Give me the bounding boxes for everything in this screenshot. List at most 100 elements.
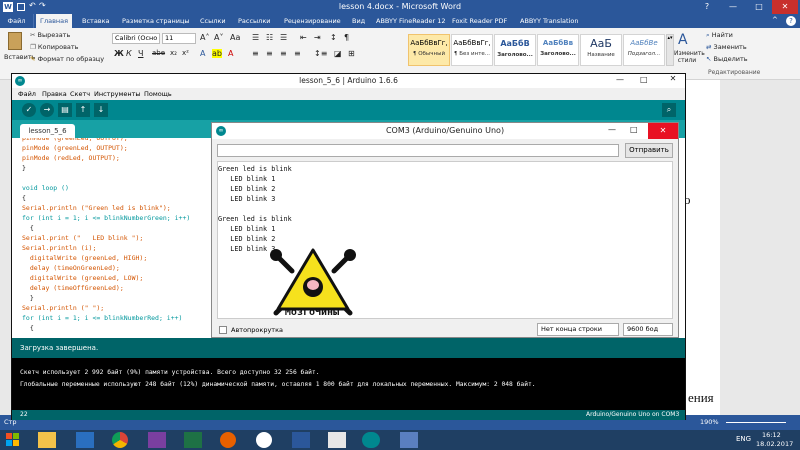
help-button[interactable]: ? (694, 0, 720, 14)
open-sketch-icon[interactable]: ↑ (76, 103, 90, 117)
menu-sketch[interactable]: Скетч (70, 90, 90, 98)
tab-insert[interactable]: Вставка (78, 14, 114, 28)
paste-icon[interactable] (8, 32, 22, 50)
taskbar-app-icon[interactable] (400, 432, 418, 448)
pilcrow-icon[interactable]: ¶ (344, 33, 349, 42)
decrease-indent-icon[interactable]: ⇤ (300, 33, 307, 42)
serial-output[interactable]: Green led is blink LED blink 1 LED blink… (217, 161, 673, 319)
maximize-button[interactable]: □ (746, 0, 772, 14)
excel-icon[interactable] (184, 432, 202, 448)
align-left-icon[interactable]: ≡ (252, 49, 259, 58)
tab-foxit-reader[interactable]: Foxit Reader PDF (448, 14, 511, 28)
cut-button[interactable]: ✂ Вырезать (30, 31, 70, 39)
format-painter-button[interactable]: ✎ Формат по образцу (30, 55, 104, 63)
chrome-icon[interactable] (112, 432, 128, 448)
arduino-taskbar-icon[interactable] (362, 432, 380, 448)
subscript-icon[interactable]: x₂ (170, 49, 177, 57)
file-explorer-icon[interactable] (38, 432, 56, 448)
highlight-icon[interactable]: ab (212, 49, 222, 58)
shrink-font-icon[interactable]: A˅ (214, 33, 223, 42)
app-icon[interactable] (148, 432, 166, 448)
verify-icon[interactable]: ✓ (22, 103, 36, 117)
send-button[interactable]: Отправить (625, 143, 673, 158)
style-normal[interactable]: АаБбВвГг, ¶ Обычный (408, 34, 450, 66)
clock-date[interactable]: 18.02.2017 (756, 440, 793, 448)
copy-button[interactable]: ❐ Копировать (30, 43, 79, 51)
firefox-icon[interactable] (220, 432, 236, 448)
close-button[interactable]: ✕ (772, 0, 798, 14)
menu-tools[interactable]: Инструменты (94, 90, 141, 98)
style-heading-1[interactable]: АаБбВ Заголово... (494, 34, 536, 66)
menu-file[interactable]: Файл (18, 90, 36, 98)
change-styles-icon[interactable]: A (678, 32, 688, 48)
tab-mailings[interactable]: Рассылки (234, 14, 275, 28)
change-styles-button[interactable]: Изменить стили (674, 50, 705, 64)
zoom-slider[interactable] (726, 422, 786, 423)
sort-icon[interactable]: ↕ (330, 33, 337, 42)
numbering-icon[interactable]: ☷ (266, 33, 273, 42)
find-button[interactable]: ⌕ Найти (706, 31, 733, 40)
minimize-button[interactable]: — (720, 0, 746, 14)
font-name-select[interactable]: Calibri (Осно (112, 33, 160, 44)
italic-icon[interactable]: К (126, 49, 132, 58)
menu-edit[interactable]: Правка (42, 90, 67, 98)
tab-view[interactable]: Вид (348, 14, 369, 28)
tab-review[interactable]: Рецензирование (280, 14, 345, 28)
tab-page-layout[interactable]: Разметка страницы (118, 14, 194, 28)
style-no-spacing[interactable]: АаБбВвГг, ¶ Без инте... (451, 34, 493, 66)
serial-maximize-button[interactable]: □ (630, 125, 638, 134)
help-icon[interactable]: ? (786, 16, 796, 26)
new-sketch-icon[interactable]: ▤ (58, 103, 72, 117)
arduino-close-button[interactable]: ✕ (662, 74, 684, 87)
save-sketch-icon[interactable]: ↓ (94, 103, 108, 117)
font-color-icon[interactable]: A (228, 49, 233, 58)
text-effects-icon[interactable]: A (200, 49, 205, 58)
arduino-minimize-button[interactable]: — (616, 75, 624, 84)
align-center-icon[interactable]: ≡ (266, 49, 273, 58)
arduino-maximize-button[interactable]: □ (640, 75, 648, 84)
line-spacing-icon[interactable]: ↕≡ (314, 49, 327, 58)
input-language[interactable]: ENG (736, 435, 751, 443)
autoscroll-checkbox[interactable] (219, 326, 227, 334)
menu-help[interactable]: Помощь (144, 90, 172, 98)
paint-icon[interactable] (328, 432, 346, 448)
grow-font-icon[interactable]: A˄ (200, 33, 209, 42)
superscript-icon[interactable]: x² (182, 49, 189, 57)
tab-lesson-5-6[interactable]: lesson_5_6 (20, 124, 75, 138)
tab-home[interactable]: Главная (36, 14, 73, 28)
tab-abbyy-finereader[interactable]: ABBYY FineReader 12 (372, 14, 450, 28)
justify-icon[interactable]: ≡ (294, 49, 301, 58)
clock-time[interactable]: 16:12 (762, 431, 781, 439)
styles-scroll-icon[interactable]: ▴▾ (666, 34, 674, 66)
windows-start-icon[interactable] (6, 432, 24, 448)
tab-references[interactable]: Ссылки (196, 14, 230, 28)
compiler-console[interactable]: Скетч использует 2 992 байт (9%) памяти … (12, 358, 685, 410)
serial-minimize-button[interactable]: — (608, 125, 616, 134)
tab-file[interactable]: Файл (0, 14, 34, 28)
font-size-select[interactable]: 11 (162, 33, 196, 44)
multilevel-list-icon[interactable]: ☰ (280, 33, 287, 42)
serial-send-input[interactable] (217, 144, 619, 157)
ie-icon[interactable] (76, 432, 94, 448)
style-title[interactable]: АаБ Название (580, 34, 622, 66)
style-heading-2[interactable]: АаБбВв Заголово... (537, 34, 579, 66)
bold-icon[interactable]: Ж (114, 49, 124, 58)
select-button[interactable]: ↖ Выделить (706, 55, 748, 63)
borders-icon[interactable]: ⊞ (348, 49, 355, 58)
increase-indent-icon[interactable]: ⇥ (314, 33, 321, 42)
style-subtitle[interactable]: АаБбВе Подзагол... (623, 34, 665, 66)
baud-rate-select[interactable]: 9600 бод (623, 323, 673, 336)
replace-button[interactable]: ⇄ Заменить (706, 43, 747, 51)
serial-close-button[interactable]: ✕ (648, 123, 678, 139)
zoom-level[interactable]: 190% (700, 418, 719, 426)
bullets-icon[interactable]: ☰ (252, 33, 259, 42)
shading-icon[interactable]: ◪ (334, 49, 342, 58)
strikethrough-icon[interactable]: abe (152, 49, 165, 57)
minimize-ribbon-icon[interactable]: ^ (772, 16, 778, 24)
upload-icon[interactable]: → (40, 103, 54, 117)
underline-icon[interactable]: Ч (138, 49, 143, 58)
serial-monitor-icon[interactable]: ⌕ (662, 103, 676, 117)
line-ending-select[interactable]: Нет конца строки (537, 323, 619, 336)
align-right-icon[interactable]: ≡ (280, 49, 287, 58)
tab-abbyy-translation[interactable]: ABBYY Translation (516, 14, 582, 28)
